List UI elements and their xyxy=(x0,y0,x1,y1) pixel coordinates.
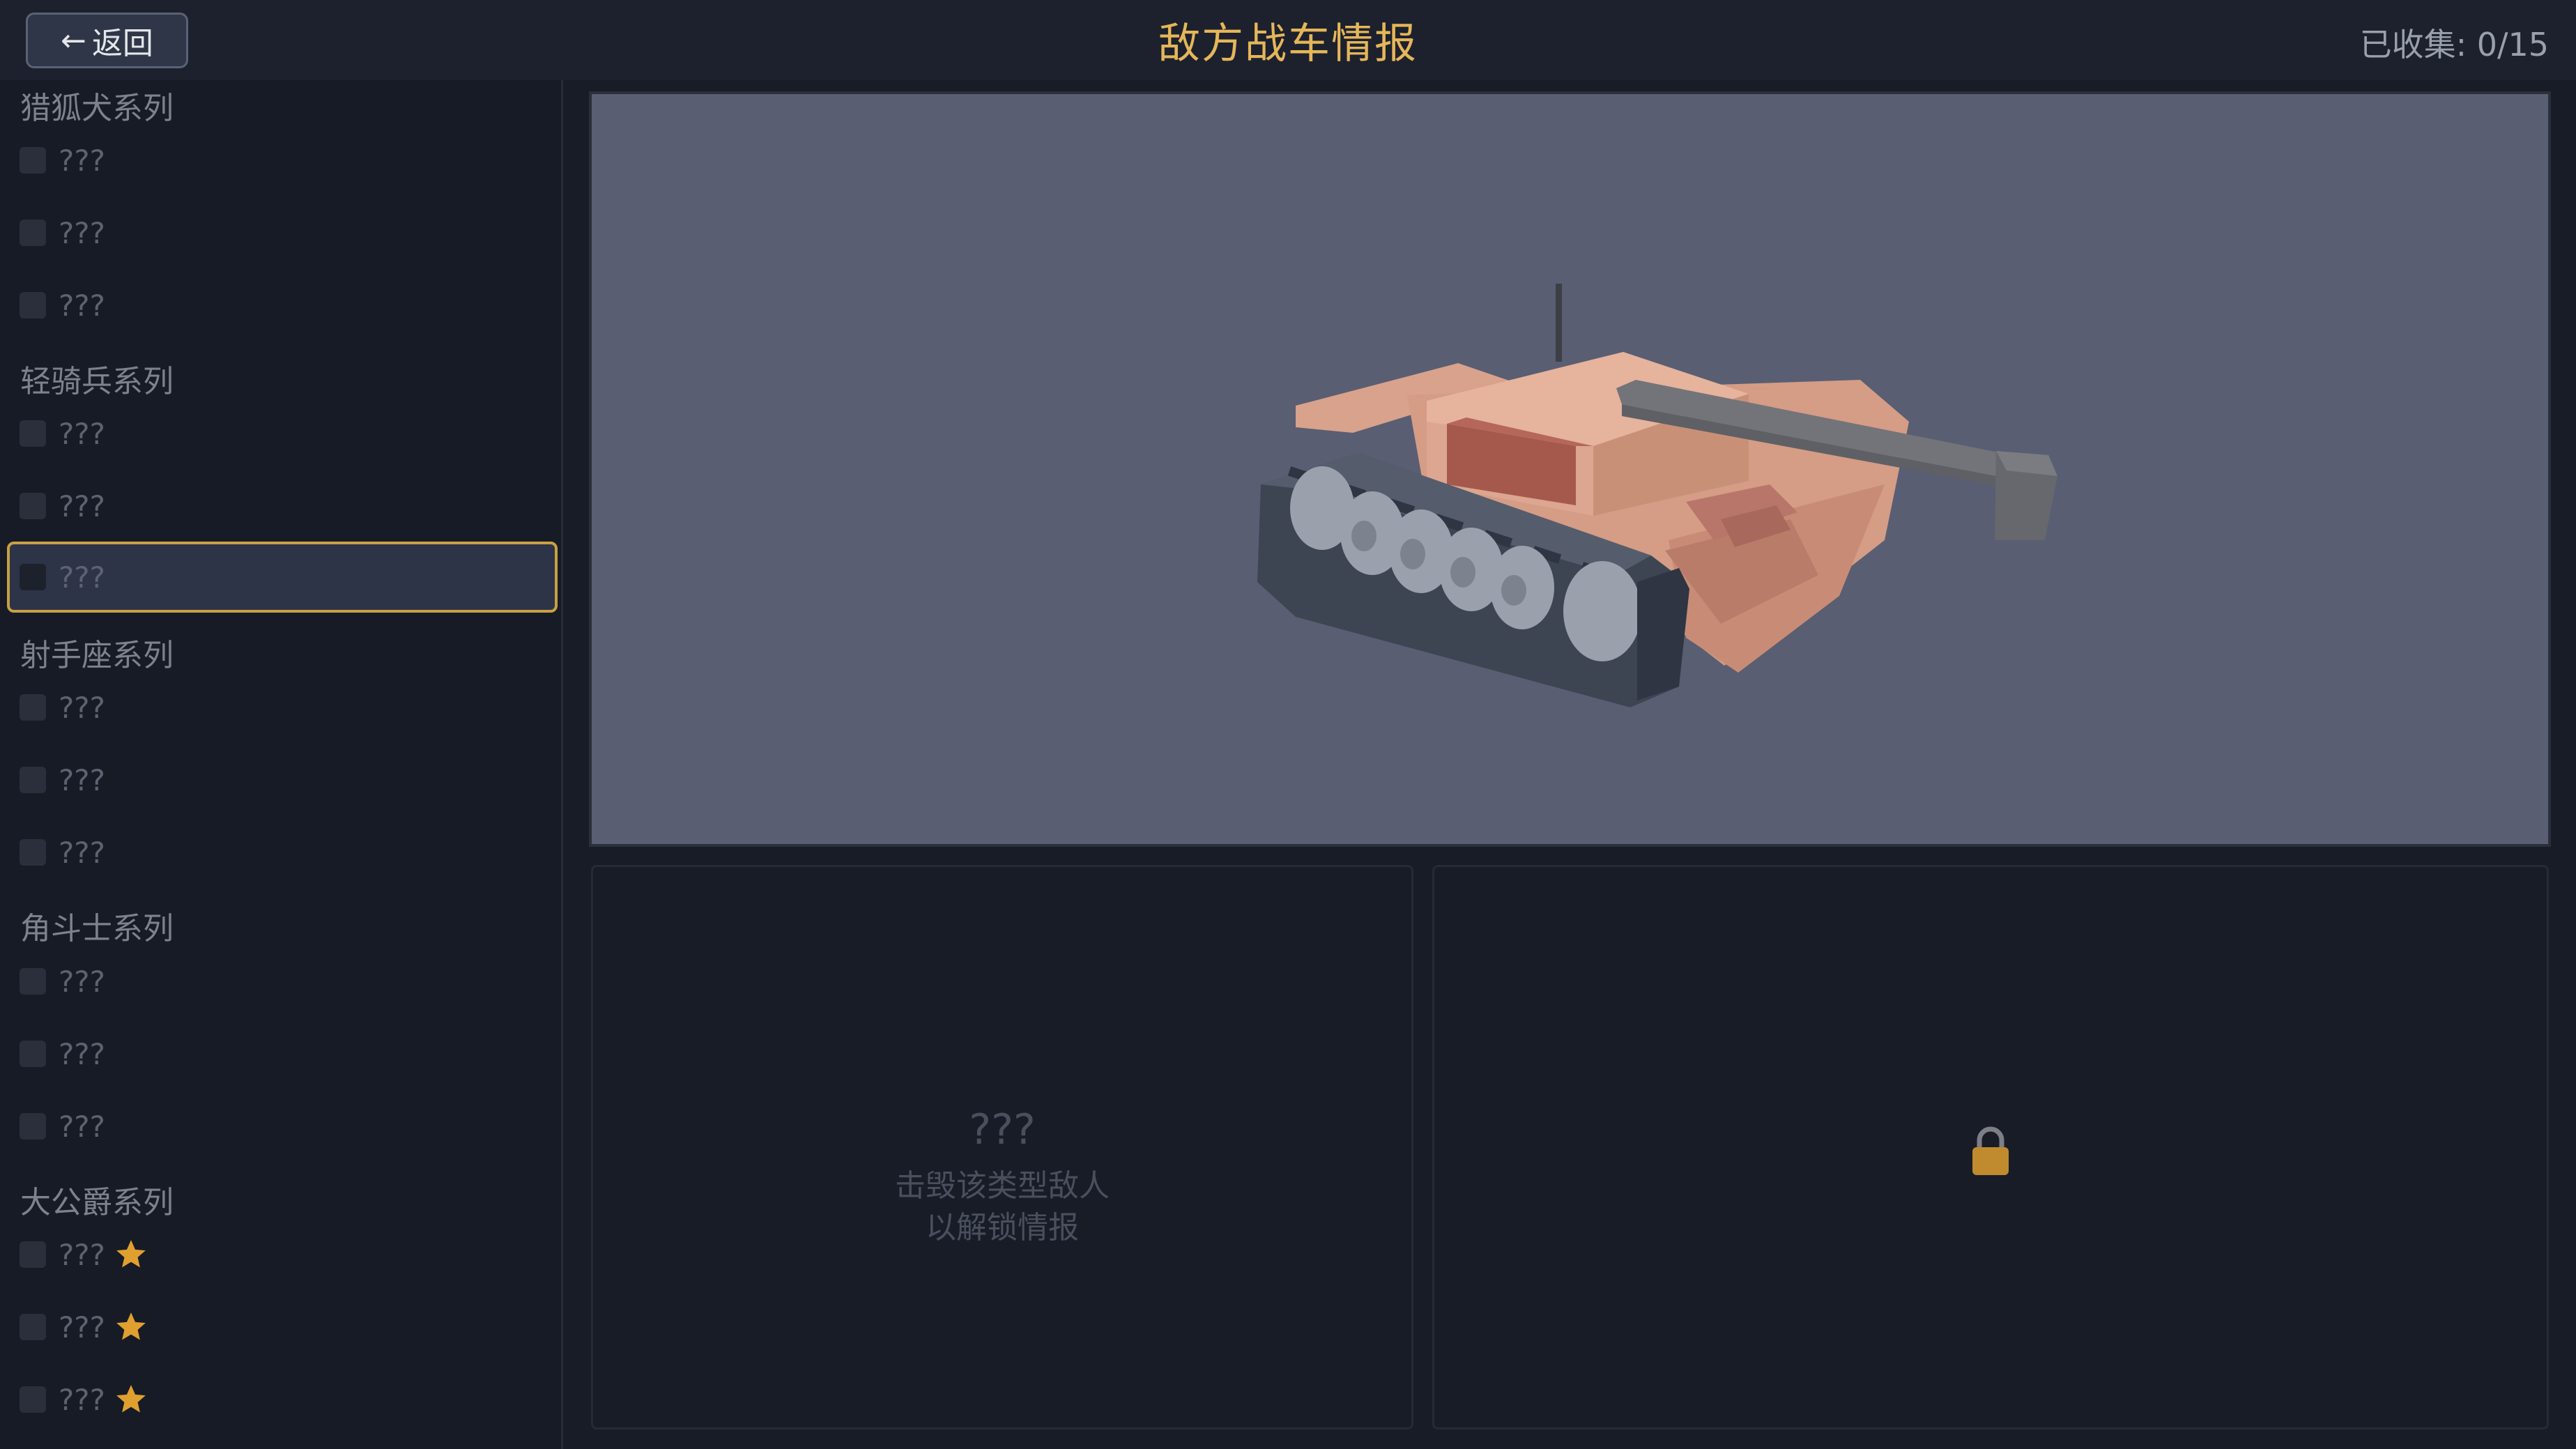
entry-name: ??? xyxy=(59,489,105,523)
group-title: 轻骑兵系列 xyxy=(20,364,174,399)
enemy-name-locked: ??? xyxy=(969,1105,1036,1154)
list-item[interactable]: ??? xyxy=(7,672,558,743)
entry-checkbox xyxy=(20,839,46,866)
star-icon xyxy=(116,1240,146,1268)
lock-icon xyxy=(1972,1126,2009,1175)
star-icon xyxy=(116,1385,146,1413)
entry-name: ??? xyxy=(59,143,105,178)
entry-checkbox xyxy=(20,1241,46,1268)
entry-name: ??? xyxy=(59,835,105,870)
entry-name: ??? xyxy=(59,1382,105,1417)
unlock-hint-line1: 击毁该类型敌人 xyxy=(895,1168,1110,1204)
list-item[interactable]: ??? xyxy=(7,1364,558,1435)
entry-name: ??? xyxy=(59,1237,105,1272)
list-item[interactable]: ??? xyxy=(7,1219,558,1290)
enemy-list-sidebar[interactable]: 猎狐犬系列 ??? ??? ??? 轻骑兵系列 ??? ??? ??? 射手座系… xyxy=(0,80,563,1449)
entry-checkbox xyxy=(20,1314,46,1340)
group-title: 猎狐犬系列 xyxy=(20,91,174,126)
entry-name: ??? xyxy=(59,964,105,999)
entry-checkbox xyxy=(20,694,46,721)
list-item[interactable]: ??? xyxy=(7,470,558,542)
entry-checkbox xyxy=(20,493,46,519)
collection-counter: 已收集: 0/15 xyxy=(2359,26,2549,63)
entry-checkbox xyxy=(20,220,46,246)
entry-name: ??? xyxy=(59,560,105,595)
entry-name: ??? xyxy=(59,288,105,323)
entry-checkbox xyxy=(20,1113,46,1140)
group-title: 射手座系列 xyxy=(20,638,174,673)
unlock-hint-line2: 以解锁情报 xyxy=(926,1210,1079,1245)
tank-model xyxy=(1257,284,2057,707)
enemy-stats-panel xyxy=(1432,865,2549,1429)
entry-checkbox xyxy=(20,420,46,447)
page-title: 敌方战车情报 xyxy=(1158,20,1418,68)
entry-name: ??? xyxy=(59,1310,105,1344)
top-bar: ← 返回 敌方战车情报 已收集: 0/15 xyxy=(0,0,2576,80)
list-item[interactable]: ??? xyxy=(7,946,558,1017)
tank-preview-viewport[interactable] xyxy=(589,91,2551,847)
entry-name: ??? xyxy=(59,762,105,797)
list-item[interactable]: ??? xyxy=(7,1018,558,1089)
enemy-info-panel: ??? 击毁该类型敌人 以解锁情报 xyxy=(591,865,1413,1429)
list-item[interactable]: ??? xyxy=(7,270,558,341)
list-item[interactable]: ??? xyxy=(7,817,558,888)
unlock-hint: 击毁该类型敌人 以解锁情报 xyxy=(593,1165,1411,1249)
list-item[interactable]: ??? xyxy=(7,125,558,196)
entry-name: ??? xyxy=(59,690,105,725)
star-icon xyxy=(116,1312,146,1340)
entry-checkbox xyxy=(20,147,46,174)
list-item[interactable]: ??? xyxy=(7,398,558,469)
group-title: 角斗士系列 xyxy=(20,911,174,946)
entry-checkbox xyxy=(20,968,46,995)
entry-checkbox xyxy=(20,292,46,319)
entry-checkbox xyxy=(20,564,46,590)
list-item[interactable]: ??? xyxy=(7,744,558,815)
list-item[interactable]: ??? xyxy=(7,1291,558,1363)
entry-name: ??? xyxy=(59,1036,105,1071)
group-title: 大公爵系列 xyxy=(20,1185,174,1220)
entry-checkbox xyxy=(20,767,46,793)
entry-name: ??? xyxy=(59,215,105,250)
entry-name: ??? xyxy=(59,1109,105,1144)
entry-name: ??? xyxy=(59,416,105,451)
list-item[interactable]: ??? xyxy=(7,197,558,268)
entry-checkbox xyxy=(20,1386,46,1413)
list-item-selected[interactable]: ??? xyxy=(7,542,558,613)
entry-checkbox xyxy=(20,1041,46,1067)
list-item[interactable]: ??? xyxy=(7,1091,558,1162)
